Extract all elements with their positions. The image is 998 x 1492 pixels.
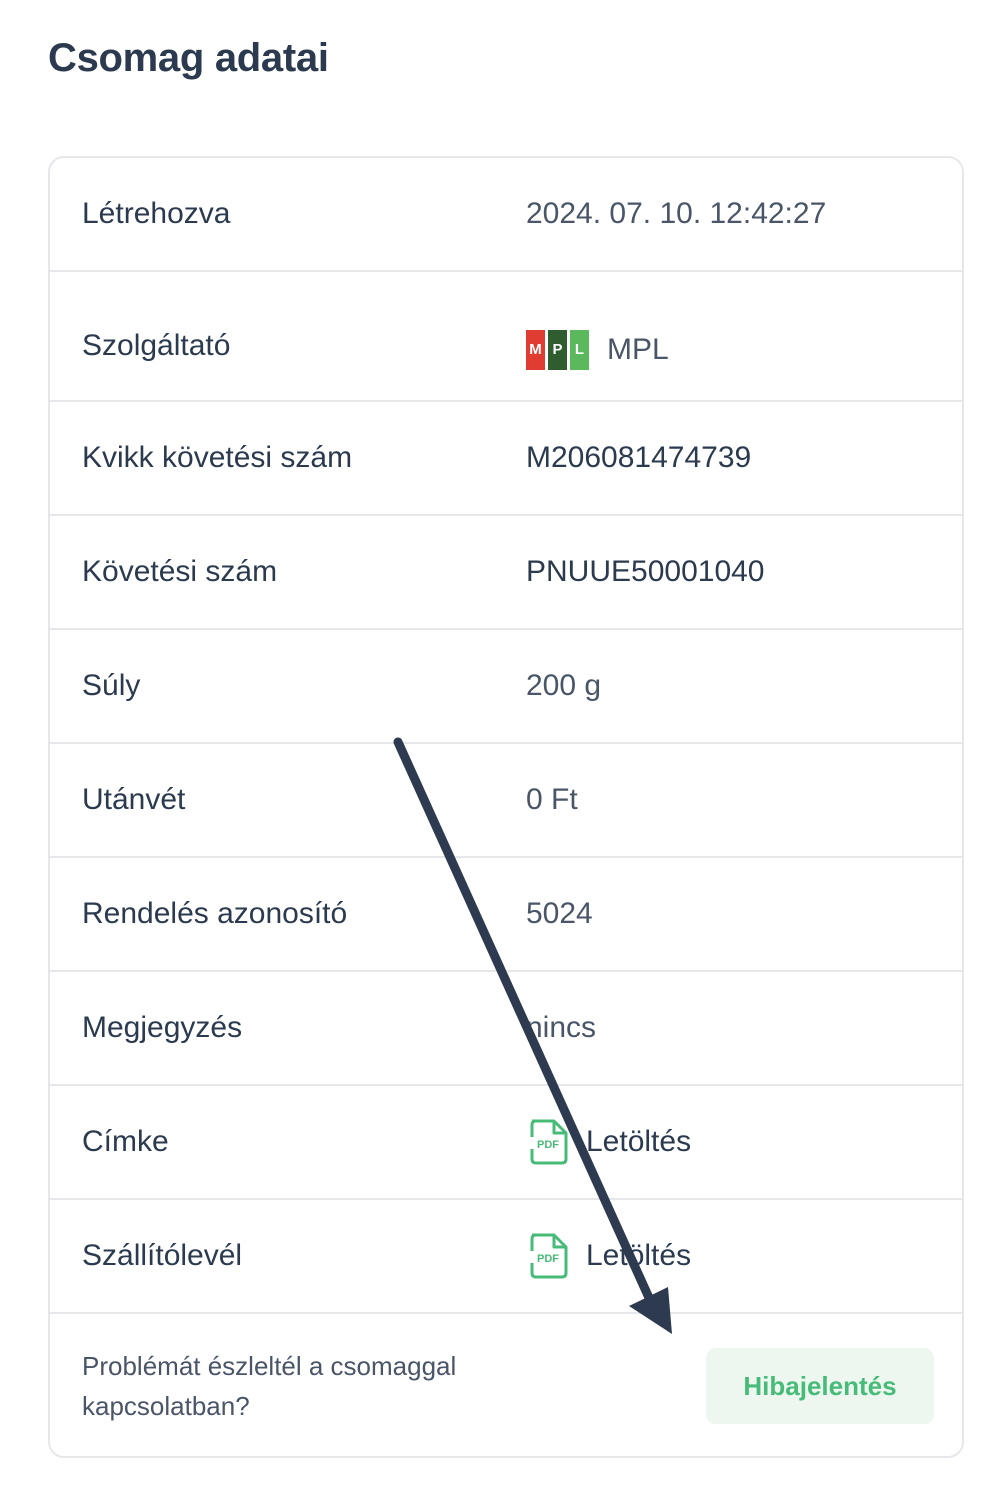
pdf-icon: PDF bbox=[530, 1233, 568, 1279]
pdf-icon-text: PDF bbox=[537, 1139, 559, 1151]
provider-label: Szolgáltató bbox=[82, 329, 231, 362]
mpl-logo-l: L bbox=[570, 330, 589, 370]
report-issue-button[interactable]: Hibajelentés bbox=[706, 1348, 934, 1424]
row-provider: Szolgáltató M P L MPL bbox=[50, 272, 962, 402]
row-delivery-note: Szállítólevél PDF Letöltés bbox=[50, 1200, 962, 1314]
mpl-logo-m: M bbox=[526, 330, 545, 370]
row-tracking: Követési szám PNUUE50001040 bbox=[50, 516, 962, 630]
mpl-logo-p: P bbox=[548, 330, 567, 370]
pdf-icon: PDF bbox=[530, 1119, 568, 1165]
row-kvikk-tracking: Kvikk követési szám M206081474739 bbox=[50, 402, 962, 516]
row-weight: Súly 200 g bbox=[50, 630, 962, 744]
cod-value: 0 Ft bbox=[526, 783, 578, 816]
page-title: Csomag adatai bbox=[48, 36, 329, 80]
note-label: Megjegyzés bbox=[82, 1011, 243, 1044]
delivery-note-download-link[interactable]: PDF Letöltés bbox=[526, 1232, 691, 1280]
tracking-value: PNUUE50001040 bbox=[526, 555, 765, 588]
weight-label: Súly bbox=[82, 669, 141, 702]
problem-question-text: Problémát észleltél a csomaggal kapcsola… bbox=[82, 1351, 457, 1421]
weight-value: 200 g bbox=[526, 669, 602, 702]
order-id-label: Rendelés azonosító bbox=[82, 897, 348, 930]
kvikk-tracking-value: M206081474739 bbox=[526, 441, 752, 474]
mpl-logo: M P L bbox=[526, 330, 589, 370]
label-doc-link-text[interactable]: Letöltés bbox=[586, 1125, 691, 1159]
created-value: 2024. 07. 10. 12:42:27 bbox=[526, 197, 827, 230]
package-details-card: Létrehozva 2024. 07. 10. 12:42:27 Szolgá… bbox=[48, 156, 964, 1458]
cod-label: Utánvét bbox=[82, 783, 186, 816]
provider-value: M P L MPL bbox=[526, 330, 669, 370]
row-note: Megjegyzés nincs bbox=[50, 972, 962, 1086]
label-doc-label: Címke bbox=[82, 1125, 169, 1158]
card-footer: Problémát észleltél a csomaggal kapcsola… bbox=[50, 1314, 962, 1456]
order-id-value: 5024 bbox=[526, 897, 593, 930]
row-order-id: Rendelés azonosító 5024 bbox=[50, 858, 962, 972]
label-doc-download-link[interactable]: PDF Letöltés bbox=[526, 1118, 691, 1166]
tracking-label: Követési szám bbox=[82, 555, 278, 588]
row-created: Létrehozva 2024. 07. 10. 12:42:27 bbox=[50, 158, 962, 272]
note-value: nincs bbox=[526, 1011, 597, 1044]
kvikk-tracking-label: Kvikk követési szám bbox=[82, 441, 353, 474]
created-label: Létrehozva bbox=[82, 197, 231, 230]
provider-name: MPL bbox=[607, 333, 669, 366]
row-label-doc: Címke PDF Letöltés bbox=[50, 1086, 962, 1200]
pdf-icon-text: PDF bbox=[537, 1253, 559, 1265]
delivery-note-label: Szállítólevél bbox=[82, 1239, 243, 1272]
row-cod: Utánvét 0 Ft bbox=[50, 744, 962, 858]
delivery-note-link-text[interactable]: Letöltés bbox=[586, 1239, 691, 1273]
